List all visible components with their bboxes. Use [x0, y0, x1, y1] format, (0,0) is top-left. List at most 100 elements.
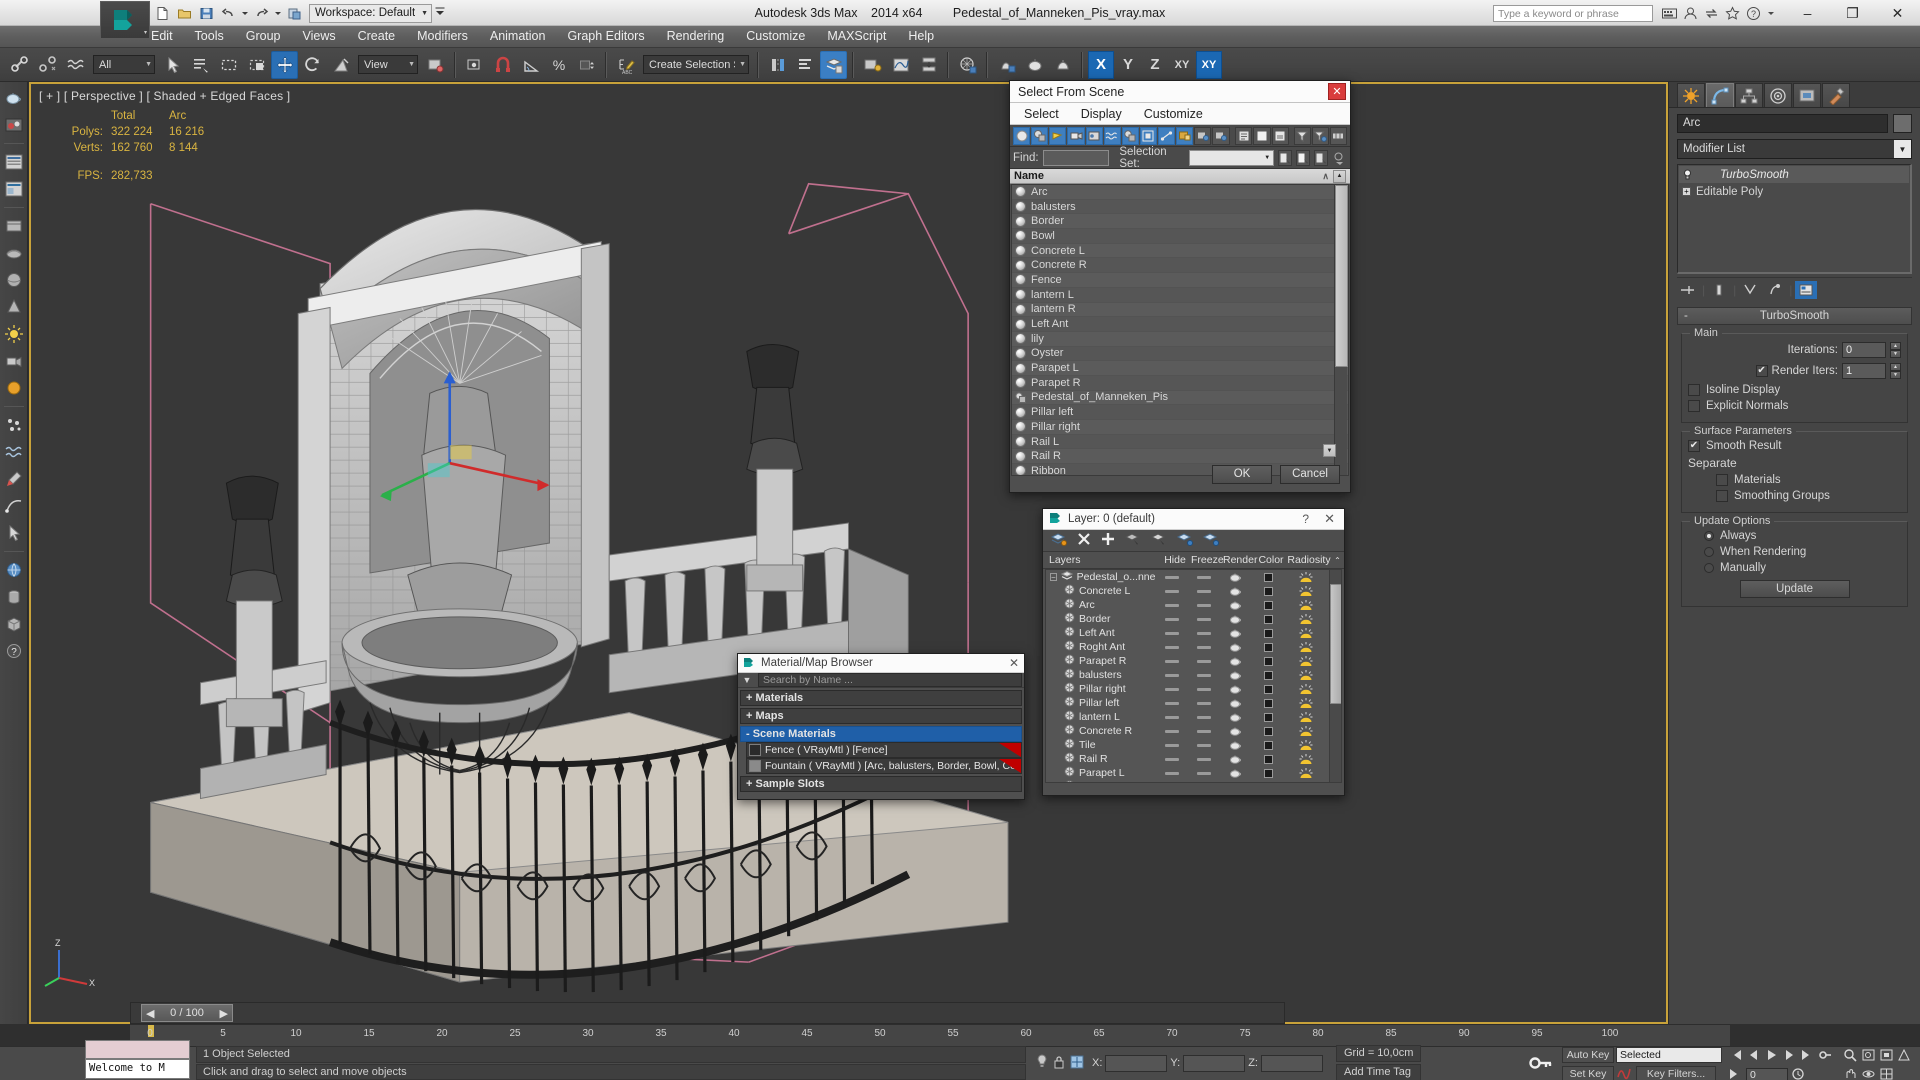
- expand-plus-icon[interactable]: +: [1682, 187, 1691, 196]
- layer-freeze-cell[interactable]: [1188, 757, 1220, 761]
- coord-z-input[interactable]: [1260, 1054, 1323, 1072]
- camera-icon[interactable]: [2, 349, 26, 373]
- layer-color-cell[interactable]: [1252, 712, 1284, 722]
- close-button[interactable]: ✕: [1875, 0, 1920, 26]
- render-setup-icon[interactable]: [993, 51, 1020, 79]
- layer-radiosity-cell[interactable]: [1284, 683, 1328, 695]
- hide-toggle-dash-icon[interactable]: [1165, 743, 1179, 747]
- layer-radiosity-cell[interactable]: [1284, 725, 1328, 737]
- menu-item-modifiers[interactable]: Modifiers: [406, 26, 479, 47]
- new-file-icon[interactable]: [152, 3, 173, 23]
- rectangular-selection-region-icon[interactable]: [215, 51, 242, 79]
- quick-search-input[interactable]: Type a keyword or phrase: [1493, 4, 1653, 22]
- layer-freeze-cell[interactable]: [1188, 603, 1220, 607]
- layer-radiosity-cell[interactable]: [1284, 669, 1328, 681]
- layer-radiosity-cell[interactable]: [1284, 781, 1328, 782]
- workspace-selector[interactable]: Workspace: Default ▼: [309, 3, 433, 23]
- set-key-button[interactable]: Set Key: [1562, 1065, 1614, 1080]
- layer-render-cell[interactable]: [1220, 740, 1252, 751]
- render-iters-spinner[interactable]: ▲ ▼: [1890, 363, 1901, 379]
- minimize-button[interactable]: –: [1785, 0, 1830, 26]
- separate-materials-checkbox[interactable]: [1716, 474, 1728, 486]
- layer-render-cell[interactable]: [1220, 600, 1252, 611]
- layer-render-cell[interactable]: [1220, 586, 1252, 597]
- particle-system-icon[interactable]: [2, 413, 26, 437]
- smooth-result-row[interactable]: ✔ Smooth Result: [1688, 440, 1901, 452]
- menu-item-customize[interactable]: Customize: [735, 26, 816, 47]
- update-when-rendering-radio[interactable]: [1704, 547, 1714, 557]
- delete-layer-icon[interactable]: [1077, 532, 1091, 549]
- layer-row[interactable]: Tile R: [1046, 780, 1341, 784]
- sfs-menu-display[interactable]: Display: [1081, 107, 1122, 121]
- layer-color-cell[interactable]: [1252, 768, 1284, 778]
- scene-object-row[interactable]: Rail L: [1012, 434, 1348, 450]
- layer-row[interactable]: balusters: [1046, 668, 1341, 682]
- layer-color-swatch[interactable]: [1264, 783, 1273, 784]
- selection-lock-icon[interactable]: [1052, 1053, 1066, 1074]
- tab-motion[interactable]: [1764, 83, 1792, 107]
- modifier-stack-item-editable-poly[interactable]: + Editable Poly: [1679, 183, 1909, 200]
- sfs-menu-select[interactable]: Select: [1024, 107, 1059, 121]
- isoline-display-checkbox[interactable]: [1688, 384, 1700, 396]
- layer-color-cell[interactable]: [1252, 698, 1284, 708]
- layer-color-swatch[interactable]: [1263, 628, 1273, 638]
- layer-render-cell[interactable]: [1220, 726, 1252, 737]
- layer-hide-cell[interactable]: [1156, 701, 1188, 705]
- layer-freeze-cell[interactable]: [1188, 701, 1220, 705]
- material-editor-icon[interactable]: [954, 51, 981, 79]
- curve-tool-icon[interactable]: [2, 494, 26, 518]
- menu-item-create[interactable]: Create: [347, 26, 407, 47]
- menu-item-help[interactable]: Help: [897, 26, 945, 47]
- tab-display[interactable]: [1793, 83, 1821, 107]
- material-browser-close-icon[interactable]: ✕: [1009, 656, 1019, 670]
- layer-hide-cell[interactable]: [1156, 631, 1188, 635]
- layer-render-cell[interactable]: [1220, 684, 1252, 695]
- space-warp-icon[interactable]: [2, 440, 26, 464]
- select-from-scene-ok-button[interactable]: OK: [1212, 464, 1272, 484]
- select-and-rotate-icon[interactable]: [299, 51, 326, 79]
- next-frame-icon[interactable]: [1782, 1048, 1797, 1065]
- layer-render-cell[interactable]: [1220, 754, 1252, 765]
- key-filters-curve-icon[interactable]: [1616, 1064, 1634, 1080]
- select-from-scene-scrollbar[interactable]: [1334, 185, 1348, 475]
- display-helpers-icon[interactable]: [1085, 126, 1103, 145]
- layer-render-cell[interactable]: [1220, 628, 1252, 639]
- layer-row[interactable]: Arc: [1046, 598, 1341, 612]
- perspective-viewport[interactable]: [ + ] [ Perspective ] [ Shaded + Edged F…: [29, 82, 1668, 1024]
- hide-toggle-dash-icon[interactable]: [1165, 701, 1179, 705]
- layer-render-cell[interactable]: [1220, 698, 1252, 709]
- maxscript-output-field[interactable]: Welcome to M: [85, 1059, 190, 1079]
- zoom-icon[interactable]: [1843, 1048, 1858, 1065]
- layer-freeze-cell[interactable]: [1188, 659, 1220, 663]
- hide-toggle-dash-icon[interactable]: [1197, 743, 1211, 747]
- modifier-stack-item-turbosmooth[interactable]: TurboSmooth: [1679, 166, 1909, 183]
- layer-render-cell[interactable]: [1220, 614, 1252, 625]
- smooth-result-checkbox[interactable]: ✔: [1688, 440, 1700, 452]
- hide-toggle-dash-icon[interactable]: [1197, 687, 1211, 691]
- layer-col-freeze[interactable]: Freeze: [1191, 554, 1224, 566]
- tab-create[interactable]: [1677, 83, 1705, 107]
- object-name-input[interactable]: Arc: [1677, 114, 1888, 133]
- layer-color-swatch[interactable]: [1263, 684, 1273, 694]
- layer-freeze-cell[interactable]: [1188, 631, 1220, 635]
- layer-col-color[interactable]: Color: [1255, 554, 1287, 566]
- isolate-selection-icon[interactable]: [1035, 1053, 1049, 1074]
- expand-all-icon[interactable]: [1235, 126, 1253, 145]
- teapot-primitive-icon[interactable]: [2, 86, 26, 110]
- layer-render-cell[interactable]: [1220, 712, 1252, 723]
- axis-constraint-z-button[interactable]: Z: [1142, 51, 1168, 79]
- layer-radiosity-cell[interactable]: [1284, 711, 1328, 723]
- reference-coordinate-system-combo[interactable]: View ▼: [358, 55, 418, 74]
- scene-object-row[interactable]: Fence: [1012, 273, 1348, 288]
- layer-row[interactable]: Pillar left: [1046, 696, 1341, 710]
- hide-toggle-dash-icon[interactable]: [1197, 617, 1211, 621]
- hide-toggle-dash-icon[interactable]: [1197, 757, 1211, 761]
- add-selection-to-layer-icon[interactable]: [1101, 532, 1115, 549]
- track-bar[interactable]: 0 5 10 15 20 25 30 35 40 45 50 55 60 65 70 75 80 85 90 95 10…: [130, 1024, 1730, 1046]
- layer-freeze-cell[interactable]: [1188, 589, 1220, 593]
- undo-dropdown-icon[interactable]: [240, 3, 250, 23]
- tab-utilities[interactable]: [1822, 83, 1850, 107]
- layer-scroll-up-icon[interactable]: ⌃: [1331, 556, 1344, 565]
- layer-explorer-scrollbar[interactable]: [1329, 570, 1341, 782]
- percent-snap-toggle-icon[interactable]: %: [545, 51, 572, 79]
